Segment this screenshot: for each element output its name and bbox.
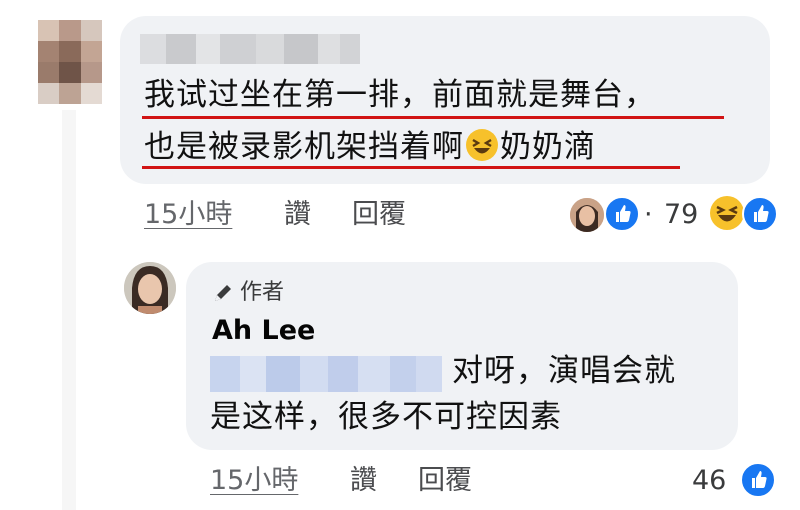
comment-reaction-count[interactable]: 79 bbox=[664, 198, 698, 232]
laughing-face-icon bbox=[466, 129, 498, 161]
like-reaction-icon-2[interactable] bbox=[742, 196, 778, 232]
reactor-avatar[interactable] bbox=[568, 196, 606, 234]
comment-text-line-2: 也是被录影机架挡着啊 奶奶滴 bbox=[144, 128, 596, 166]
reaction-separator: · bbox=[644, 199, 653, 230]
comment-like-button[interactable]: 讚 bbox=[284, 198, 311, 232]
reply-author-name[interactable]: Ah Lee bbox=[212, 314, 315, 348]
pen-icon bbox=[215, 285, 231, 301]
blurred-commenter-name[interactable] bbox=[140, 34, 360, 64]
blurred-mention[interactable] bbox=[210, 356, 442, 392]
comment-timestamp[interactable]: 15小時 bbox=[144, 198, 232, 232]
reply-reaction-count[interactable]: 46 bbox=[692, 464, 726, 498]
like-reaction-icon[interactable] bbox=[604, 196, 640, 232]
reply-text-line-2: 是这样，很多不可控因素 bbox=[210, 399, 562, 435]
red-underline-2 bbox=[142, 166, 680, 169]
haha-reaction-icon[interactable] bbox=[710, 196, 744, 230]
comment-text-line-1: 我试过坐在第一排，前面就是舞台， bbox=[144, 77, 656, 113]
reply-text-line-1: 对呀，演唱会就 bbox=[452, 353, 676, 389]
comment-text-line-2-b: 奶奶滴 bbox=[500, 129, 596, 165]
reply-reply-button[interactable]: 回覆 bbox=[418, 464, 472, 498]
thread-connector bbox=[62, 110, 76, 510]
author-badge-label: 作者 bbox=[240, 280, 285, 305]
comment-text-line-2-a: 也是被录影机架挡着啊 bbox=[144, 129, 464, 165]
author-avatar[interactable] bbox=[124, 262, 176, 314]
reply-like-button[interactable]: 讚 bbox=[350, 464, 377, 498]
author-badge: 作者 bbox=[212, 278, 284, 308]
reply-timestamp[interactable]: 15小時 bbox=[210, 464, 298, 498]
comment-reply-button[interactable]: 回覆 bbox=[352, 198, 406, 232]
red-underline-1 bbox=[142, 116, 724, 119]
blurred-avatar[interactable] bbox=[38, 20, 102, 104]
reply-like-reaction-icon[interactable] bbox=[740, 462, 776, 498]
